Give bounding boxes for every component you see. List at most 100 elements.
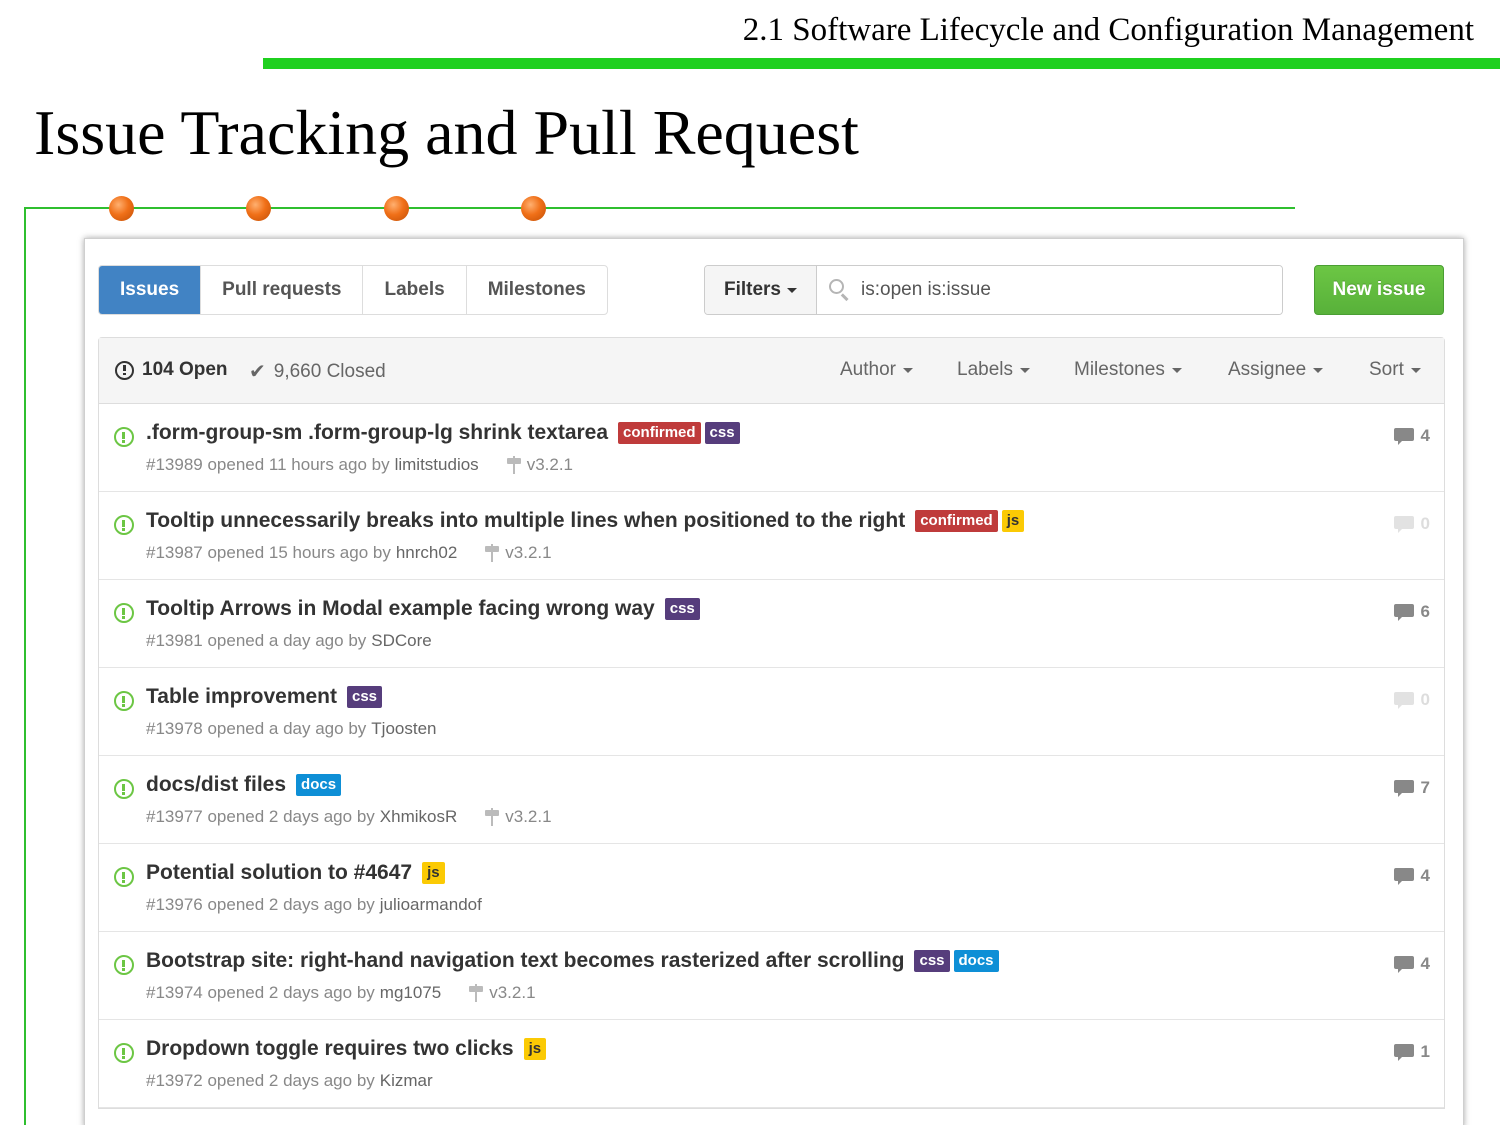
issue-title-line: Tooltip Arrows in Modal example facing w… — [146, 597, 700, 621]
issue-opened-icon — [115, 360, 134, 380]
issue-opened-icon — [114, 1043, 134, 1063]
issue-meta: #13978 opened a day ago by Tjoosten — [146, 719, 436, 739]
issue-meta: #13981 opened a day ago by SDCore — [146, 631, 432, 651]
issue-row[interactable]: Table improvement css #13978 opened a da… — [99, 668, 1444, 756]
sort-filter-label: Sort — [1369, 359, 1404, 380]
issue-title[interactable]: Tooltip unnecessarily breaks into multip… — [146, 509, 905, 533]
label-js[interactable]: js — [523, 1038, 547, 1060]
comments-link[interactable]: 7 — [1393, 778, 1430, 798]
issue-number: #13987 — [146, 543, 203, 562]
issue-author[interactable]: julioarmandof — [380, 895, 482, 915]
issue-row[interactable]: .form-group-sm .form-group-lg shrink tex… — [99, 404, 1444, 492]
issue-title[interactable]: Bootstrap site: right-hand navigation te… — [146, 949, 904, 973]
label-css[interactable]: css — [664, 598, 700, 620]
label-confirmed[interactable]: confirmed — [618, 422, 701, 444]
issue-opened-icon — [114, 427, 134, 447]
issue-author[interactable]: mg1075 — [380, 983, 441, 1003]
issue-title[interactable]: Potential solution to #4647 — [146, 861, 412, 885]
issue-row[interactable]: Tooltip Arrows in Modal example facing w… — [99, 580, 1444, 668]
issue-row[interactable]: Potential solution to #4647 js #13976 op… — [99, 844, 1444, 932]
caret-down-icon — [1020, 367, 1030, 373]
milestone[interactable]: v3.2.1 — [469, 983, 536, 1003]
milestone[interactable]: v3.2.1 — [506, 455, 573, 475]
issue-author[interactable]: XhmikosR — [380, 807, 457, 827]
issue-row[interactable]: Bootstrap site: right-hand navigation te… — [99, 932, 1444, 1020]
closed-count: 9,660 Closed — [273, 360, 386, 382]
comments-link[interactable]: 4 — [1393, 866, 1430, 886]
decorative-line — [24, 207, 1295, 209]
open-issues-toggle[interactable]: 104 Open — [115, 359, 228, 381]
label-css[interactable]: css — [347, 686, 383, 708]
comment-icon — [1393, 780, 1414, 797]
label-js[interactable]: js — [422, 862, 445, 884]
issue-title[interactable]: .form-group-sm .form-group-lg shrink tex… — [146, 421, 608, 445]
assignee-filter[interactable]: Assignee — [1228, 359, 1324, 381]
comments-link[interactable]: 6 — [1393, 602, 1430, 622]
closed-issues-toggle[interactable]: ✔ 9,660 Closed — [249, 359, 386, 384]
milestone[interactable]: v3.2.1 — [485, 807, 552, 827]
comment-icon — [1393, 1044, 1414, 1061]
issue-opened-icon — [114, 779, 134, 799]
search-input[interactable] — [861, 279, 1261, 301]
milestones-filter[interactable]: Milestones — [1074, 359, 1182, 381]
comments-link[interactable]: 4 — [1393, 426, 1430, 446]
issue-title[interactable]: Dropdown toggle requires two clicks — [146, 1037, 514, 1061]
issue-author[interactable]: limitstudios — [395, 455, 479, 475]
labels-filter[interactable]: Labels — [957, 359, 1030, 381]
filters-dropdown[interactable]: Filters — [705, 266, 817, 314]
label-confirmed[interactable]: confirmed — [915, 510, 998, 532]
milestone[interactable]: v3.2.1 — [485, 543, 552, 563]
issue-opened-icon — [114, 691, 134, 711]
comments-link[interactable]: 0 — [1393, 690, 1430, 710]
issue-title-line: Dropdown toggle requires two clicks js — [146, 1037, 547, 1061]
issue-meta: #13989 opened 11 hours ago by limitstudio… — [146, 455, 573, 475]
comment-icon — [1393, 516, 1414, 533]
caret-down-icon — [1410, 367, 1421, 373]
milestone-icon — [485, 808, 500, 826]
issues-subnav: Issues Pull requests Labels Milestones — [98, 265, 608, 315]
milestone-icon — [485, 544, 500, 562]
slide-header: 2.1 Software Lifecycle and Configuration… — [742, 12, 1474, 48]
caret-down-icon — [1313, 367, 1324, 373]
issue-row[interactable]: Dropdown toggle requires two clicks js #… — [99, 1020, 1444, 1108]
issue-title[interactable]: docs/dist files — [146, 773, 286, 797]
label-css[interactable]: css — [704, 422, 740, 444]
issue-number: #13974 — [146, 983, 203, 1002]
tab-milestones[interactable]: Milestones — [465, 266, 607, 314]
issue-meta: #13987 opened 15 hours ago by hnrch02 v3.… — [146, 543, 552, 563]
decorative-dot — [521, 196, 546, 221]
label-js[interactable]: js — [1001, 510, 1025, 532]
comment-count: 4 — [1420, 954, 1430, 973]
label-docs[interactable]: docs — [953, 950, 999, 972]
milestones-filter-label: Milestones — [1074, 359, 1165, 380]
issue-number: #13976 — [146, 895, 203, 914]
issue-row[interactable]: Tooltip unnecessarily breaks into multip… — [99, 492, 1444, 580]
open-count: 104 Open — [142, 359, 228, 380]
issue-row[interactable]: docs/dist files docs #13977 opened 2 day… — [99, 756, 1444, 844]
sort-filter[interactable]: Sort — [1369, 359, 1421, 381]
issue-opened-text: opened 11 hours ago by — [207, 455, 390, 474]
issue-opened-icon — [114, 515, 134, 535]
author-filter[interactable]: Author — [840, 359, 913, 381]
issue-title[interactable]: Tooltip Arrows in Modal example facing w… — [146, 597, 655, 621]
tab-pull-requests[interactable]: Pull requests — [200, 266, 362, 314]
filters-label: Filters — [723, 279, 782, 300]
milestone-label: v3.2.1 — [505, 807, 552, 826]
label-docs[interactable]: docs — [296, 774, 342, 796]
comments-link[interactable]: 1 — [1393, 1042, 1430, 1062]
comments-link[interactable]: 4 — [1393, 954, 1430, 974]
issue-title[interactable]: Table improvement — [146, 685, 337, 709]
issue-meta: #13976 opened 2 days ago by julioarmandof — [146, 895, 482, 915]
header-accent-bar — [263, 58, 1500, 69]
issue-author[interactable]: Kizmar — [380, 1071, 433, 1091]
issue-author[interactable]: hnrch02 — [396, 543, 457, 563]
label-css[interactable]: css — [914, 950, 950, 972]
caret-down-icon — [787, 287, 798, 293]
tab-labels[interactable]: Labels — [362, 266, 465, 314]
tab-issues[interactable]: Issues — [99, 266, 201, 314]
new-issue-button[interactable]: New issue — [1314, 265, 1444, 315]
issue-author[interactable]: SDCore — [371, 631, 431, 651]
search-icon — [829, 279, 851, 301]
issue-author[interactable]: Tjoosten — [371, 719, 436, 739]
comments-link[interactable]: 0 — [1393, 514, 1430, 534]
